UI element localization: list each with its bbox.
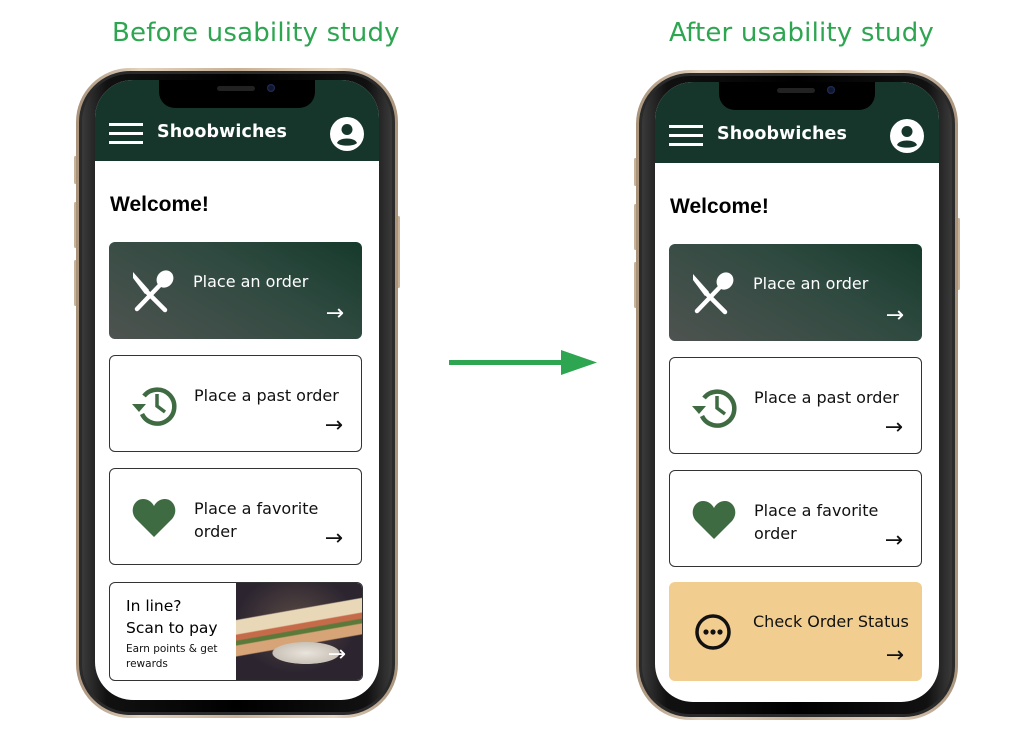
user-profile-icon[interactable] [330,117,364,151]
scan-to-pay-card[interactable]: In line? Scan to pay Earn points & get r… [109,582,363,681]
hamburger-menu-icon[interactable] [109,123,145,145]
card-label: Place an order [193,272,309,291]
promo-line2: Scan to pay [126,619,218,637]
more-dots-icon [695,614,731,650]
history-icon [132,387,177,426]
heart-icon [132,499,176,537]
welcome-heading: Welcome! [110,193,209,216]
promo-line1: In line? [126,597,182,615]
app-header: Shoobwiches [655,82,939,163]
transition-arrow-icon [449,350,597,375]
place-favorite-order-card[interactable]: Place a favorite order → [669,470,922,567]
user-profile-icon[interactable] [890,119,924,153]
hamburger-menu-icon[interactable] [669,125,705,147]
card-label: Place a past order [194,386,339,405]
arrow-right-icon: → [885,643,904,668]
after-phone: Shoobwiches Welcome! Place an order → Pl… [634,70,960,720]
speaker [777,88,815,93]
welcome-heading: Welcome! [670,195,769,218]
card-label: Place an order [753,274,869,293]
place-order-card[interactable]: Place an order → [109,242,362,339]
place-order-card[interactable]: Place an order → [669,244,922,341]
notch [719,82,875,110]
app-title: Shoobwiches [157,122,288,142]
arrow-right-icon: → [884,528,903,553]
phone-screen: Shoobwiches Welcome! Place an order → Pl… [655,82,939,702]
speaker [217,86,255,91]
card-label: Place a past order [754,388,899,407]
app-title: Shoobwiches [717,124,848,144]
before-phone: Shoobwiches Welcome! Place an order → Pl… [74,68,400,718]
arrow-right-icon: → [324,413,343,438]
app-header: Shoobwiches [95,80,379,161]
arrow-right-icon: → [885,303,904,328]
arrow-right-icon: → [884,415,903,440]
arrow-right-icon: → [325,301,344,326]
fork-spoon-icon [133,270,174,313]
notch [159,80,315,108]
heart-icon [692,501,736,539]
place-favorite-order-card[interactable]: Place a favorite order → [109,468,362,565]
arrow-right-icon: → [327,642,346,667]
card-label: Check Order Status [753,612,909,631]
history-icon [692,389,737,428]
phone-screen: Shoobwiches Welcome! Place an order → Pl… [95,80,379,700]
promo-subtext: Earn points & get rewards [126,643,218,670]
arrow-right-icon: → [324,526,343,551]
check-order-status-card[interactable]: Check Order Status → [669,582,922,681]
before-caption: Before usability study [112,18,400,48]
camera [267,84,275,92]
camera [827,86,835,94]
after-caption: After usability study [669,18,934,48]
place-past-order-card[interactable]: Place a past order → [109,355,362,452]
fork-spoon-icon [693,272,734,315]
place-past-order-card[interactable]: Place a past order → [669,357,922,454]
